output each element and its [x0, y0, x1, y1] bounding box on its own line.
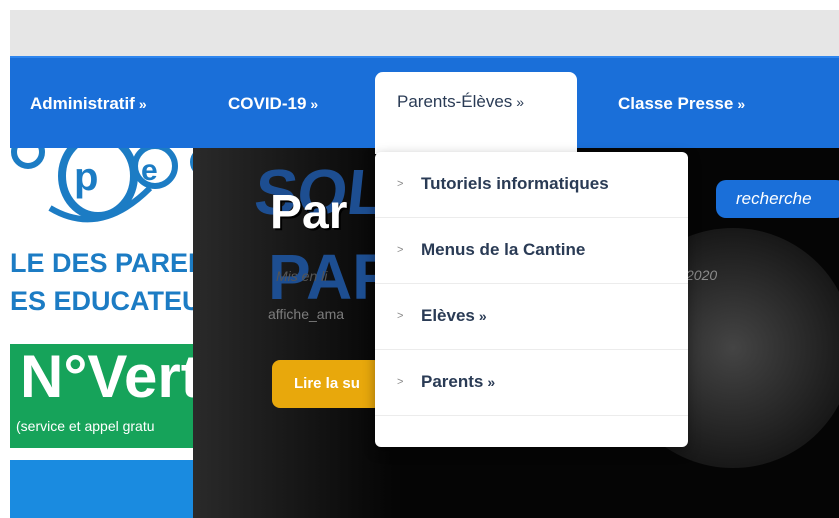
bullet-icon: >	[397, 178, 404, 190]
chevron-right-icon: »	[737, 96, 746, 112]
dropdown-item-menus-cantine[interactable]: > Menus de la Cantine	[375, 218, 688, 284]
hero-caption: affiche_ama	[268, 306, 345, 322]
dropdown-item-parents[interactable]: > Parents»	[375, 350, 688, 416]
nav-item-classe-presse[interactable]: Classe Presse»	[618, 94, 745, 114]
numero-vert-title: N°Vert	[20, 344, 193, 410]
nav-item-covid19[interactable]: COVID-19»	[228, 94, 318, 114]
logo[interactable]: p e	[10, 148, 220, 248]
hero-title: Par	[270, 186, 348, 239]
nav-label: COVID-19	[228, 94, 307, 113]
numero-vert-subtitle: (service et appel gratu	[16, 418, 155, 434]
bullet-icon: >	[397, 376, 404, 388]
parents-eleves-dropdown: > Tutoriels informatiques > Menus de la …	[375, 152, 688, 447]
logo-letter-e: e	[141, 154, 158, 187]
chevron-right-icon: »	[487, 374, 496, 390]
dropdown-item-tutoriels[interactable]: > Tutoriels informatiques	[375, 152, 688, 218]
dropdown-item-label: Elèves	[421, 306, 475, 325]
bullet-icon: >	[397, 244, 404, 256]
nav-label: Parents-Élèves	[397, 92, 513, 111]
logo-letter-p: p	[74, 155, 98, 199]
chevron-right-icon: »	[478, 308, 487, 324]
chevron-right-icon: »	[138, 96, 147, 112]
dropdown-item-eleves[interactable]: > Elèves»	[375, 284, 688, 350]
hero-date: 2020	[686, 267, 718, 283]
bullet-icon: >	[397, 310, 404, 322]
nav-label: Administratif	[30, 94, 135, 113]
browser-top-bar	[10, 10, 839, 56]
dropdown-item-label: Menus de la Cantine	[421, 240, 586, 259]
numero-vert-banner[interactable]: N°Vert (service et appel gratu	[10, 344, 193, 448]
search-button[interactable]: recherche	[716, 180, 839, 218]
dropdown-item-label: Tutoriels informatiques	[421, 174, 609, 193]
nav-label: Classe Presse	[618, 94, 734, 113]
dropdown-item-label: Parents	[421, 372, 484, 391]
left-blue-block	[10, 460, 193, 518]
read-more-button[interactable]: Lire la su	[272, 360, 382, 408]
chevron-right-icon: »	[310, 96, 319, 112]
poster-small-text: Mis en li	[276, 268, 328, 284]
nav-item-administratif[interactable]: Administratif»	[30, 94, 147, 114]
logo-graphic: p e	[11, 148, 220, 223]
chevron-right-icon: »	[516, 94, 525, 110]
nav-item-parents-eleves[interactable]: Parents-Élèves»	[375, 72, 577, 154]
